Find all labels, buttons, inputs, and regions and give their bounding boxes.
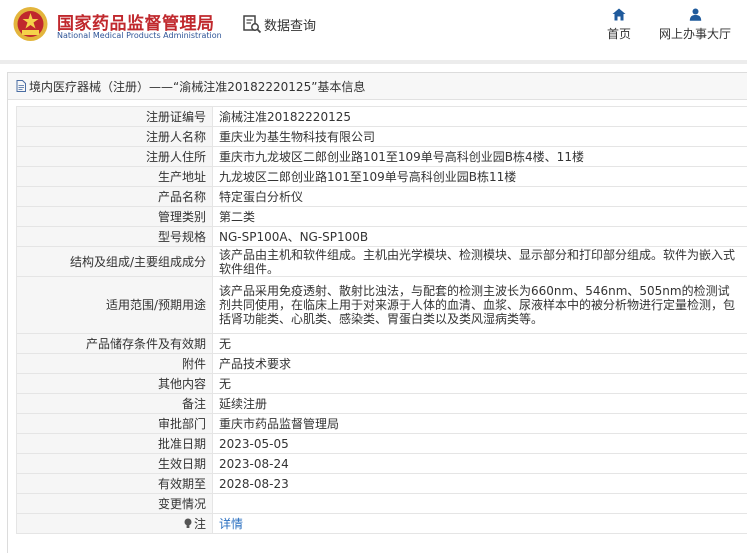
site-subtitle: National Medical Products Administration	[57, 31, 222, 40]
header-divider	[0, 60, 747, 64]
row-value: 该产品由主机和软件组成。主机由光学模块、检测模块、显示部分和打印部分组成。软件为…	[213, 247, 747, 277]
row-label: 生产地址	[17, 167, 213, 187]
note-label-cell: 注	[17, 514, 213, 534]
nav-online-hall-label: 网上办事大厅	[659, 27, 731, 41]
lightbulb-icon	[184, 518, 192, 529]
data-query-label: 数据查询	[264, 15, 316, 34]
row-label: 注册人名称	[17, 127, 213, 147]
row-value: 无	[213, 374, 747, 394]
row-label: 产品储存条件及有效期	[17, 334, 213, 354]
row-value: NG-SP100A、NG-SP100B	[213, 227, 747, 247]
row-label: 备注	[17, 394, 213, 414]
row-label: 生效日期	[17, 454, 213, 474]
nav-home-label: 首页	[607, 27, 631, 41]
table-row: 型号规格 NG-SP100A、NG-SP100B	[17, 227, 747, 247]
row-label: 注册人住所	[17, 147, 213, 167]
table-row: 产品名称 特定蛋白分析仪	[17, 187, 747, 207]
panel-header: 境内医疗器械（注册）——“渝械注准20182220125”基本信息	[8, 73, 747, 100]
document-icon	[16, 80, 26, 92]
details-link[interactable]: 详情	[219, 517, 243, 531]
row-value: 特定蛋白分析仪	[213, 187, 747, 207]
row-value: 渝械注准20182220125	[213, 107, 747, 127]
table-row: 其他内容 无	[17, 374, 747, 394]
row-value: 重庆业为基生物科技有限公司	[213, 127, 747, 147]
table-row: 备注 延续注册	[17, 394, 747, 414]
table-row: 注册证编号 渝械注准20182220125	[17, 107, 747, 127]
info-table-wrapper: 注册证编号 渝械注准20182220125 注册人名称 重庆业为基生物科技有限公…	[16, 106, 747, 534]
row-value: 2023-05-05	[213, 434, 747, 454]
table-row: 产品储存条件及有效期 无	[17, 334, 747, 354]
row-value: 九龙坡区二郎创业路101至109单号高科创业园B栋11楼	[213, 167, 747, 187]
nav-online-hall[interactable]: 网上办事大厅	[655, 8, 735, 42]
row-label: 管理类别	[17, 207, 213, 227]
table-row: 适用范围/预期用途 该产品采用免疫透射、散射比浊法，与配套的检测主波长为660n…	[17, 277, 747, 334]
info-table: 注册证编号 渝械注准20182220125 注册人名称 重庆业为基生物科技有限公…	[16, 106, 747, 534]
table-row: 批准日期 2023-05-05	[17, 434, 747, 454]
row-label: 有效期至	[17, 474, 213, 494]
row-value: 2028-08-23	[213, 474, 747, 494]
user-icon	[689, 8, 702, 21]
row-label: 产品名称	[17, 187, 213, 207]
table-row: 结构及组成/主要组成成分 该产品由主机和软件组成。主机由光学模块、检测模块、显示…	[17, 247, 747, 277]
row-value: 产品技术要求	[213, 354, 747, 374]
row-value: 2023-08-24	[213, 454, 747, 474]
row-label: 结构及组成/主要组成成分	[17, 247, 213, 277]
home-icon	[612, 8, 626, 21]
row-label: 批准日期	[17, 434, 213, 454]
row-value: 重庆市药品监督管理局	[213, 414, 747, 434]
row-value: 第二类	[213, 207, 747, 227]
site-header: 国家药品监督管理局 National Medical Products Admi…	[0, 0, 747, 56]
table-row: 审批部门 重庆市药品监督管理局	[17, 414, 747, 434]
table-row: 有效期至 2028-08-23	[17, 474, 747, 494]
table-row: 生产地址 九龙坡区二郎创业路101至109单号高科创业园B栋11楼	[17, 167, 747, 187]
detail-panel: 境内医疗器械（注册）——“渝械注准20182220125”基本信息 注册证编号 …	[7, 72, 747, 553]
row-value: 无	[213, 334, 747, 354]
row-label: 附件	[17, 354, 213, 374]
table-row: 注册人住所 重庆市九龙坡区二郎创业路101至109单号高科创业园B栋4楼、11楼	[17, 147, 747, 167]
table-row: 注册人名称 重庆业为基生物科技有限公司	[17, 127, 747, 147]
row-label: 型号规格	[17, 227, 213, 247]
panel-title: 境内医疗器械（注册）——“渝械注准20182220125”基本信息	[29, 78, 365, 95]
table-row: 生效日期 2023-08-24	[17, 454, 747, 474]
row-value: 重庆市九龙坡区二郎创业路101至109单号高科创业园B栋4楼、11楼	[213, 147, 747, 167]
note-value-cell: 详情	[213, 514, 747, 534]
row-value: 该产品采用免疫透射、散射比浊法，与配套的检测主波长为660nm、546nm、50…	[213, 277, 747, 334]
table-row: 变更情况	[17, 494, 747, 514]
row-label: 审批部门	[17, 414, 213, 434]
table-row: 管理类别 第二类	[17, 207, 747, 227]
row-label: 适用范围/预期用途	[17, 277, 213, 334]
table-row: 注 详情	[17, 514, 747, 534]
nmpa-emblem-icon[interactable]	[13, 5, 48, 43]
search-document-icon	[242, 14, 262, 34]
data-query-link[interactable]: 数据查询	[242, 13, 316, 35]
row-value: 延续注册	[213, 394, 747, 414]
table-row: 附件 产品技术要求	[17, 354, 747, 374]
note-label: 注	[194, 517, 206, 531]
row-label: 变更情况	[17, 494, 213, 514]
row-value	[213, 494, 747, 514]
row-label: 其他内容	[17, 374, 213, 394]
row-label: 注册证编号	[17, 107, 213, 127]
nav-home[interactable]: 首页	[603, 8, 635, 42]
